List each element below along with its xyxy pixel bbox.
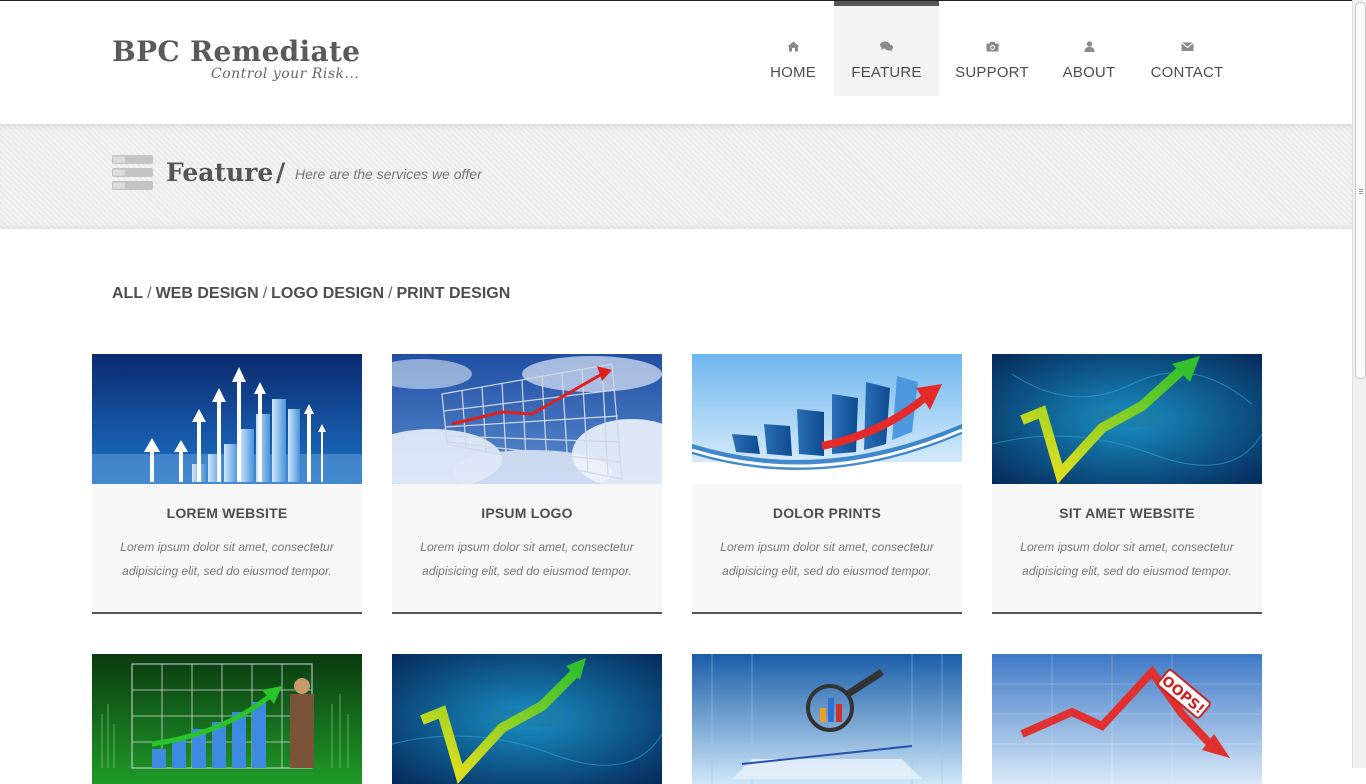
card-image-green-arrow <box>392 654 662 784</box>
nav-item-home[interactable]: HOME <box>752 1 834 96</box>
nav-label-contact: CONTACT <box>1150 64 1224 81</box>
portfolio-card[interactable]: IPSUM LOGO Lorem ipsum dolor sit amet, c… <box>392 354 662 614</box>
title-separator: / <box>276 158 286 187</box>
page-subtitle: Here are the services we offer <box>295 166 482 182</box>
nav-label-home: HOME <box>770 64 816 81</box>
portfolio-card[interactable]: LOREM WEBSITE Lorem ipsum dolor sit amet… <box>92 354 362 614</box>
portfolio-card[interactable]: DOLOR PRINTS Lorem ipsum dolor sit amet,… <box>692 354 962 614</box>
filter-web-design[interactable]: WEB DESIGN <box>156 285 259 302</box>
card-title: SIT AMET WEBSITE <box>1059 505 1195 521</box>
card-image-arrows-chart <box>92 354 362 484</box>
card-image-green-arrow <box>992 354 1262 484</box>
card-image-oops-arrow: OOPS! <box>992 654 1262 784</box>
camera-icon <box>986 41 998 52</box>
main-nav: HOME FEATURE SUPPORT ABOUT CONTACT <box>752 1 1241 96</box>
filter-print-design[interactable]: PRINT DESIGN <box>397 285 511 302</box>
nav-item-about[interactable]: ABOUT <box>1045 1 1133 96</box>
card-description: Lorem ipsum dolor sit amet, consectetur … <box>120 540 334 578</box>
nav-label-feature: FEATURE <box>851 64 922 81</box>
envelope-icon <box>1180 42 1194 51</box>
site-logo[interactable]: BPC Remediate Control your Risk... <box>112 35 361 83</box>
filter-separator: / <box>262 285 268 302</box>
filter-separator: / <box>147 285 152 302</box>
list-icon <box>112 155 153 190</box>
nav-item-feature[interactable]: FEATURE <box>834 1 939 96</box>
card-description: Lorem ipsum dolor sit amet, consectetur … <box>420 540 634 578</box>
portfolio-card[interactable] <box>392 654 662 784</box>
comments-icon <box>880 41 893 52</box>
page-title: Feature <box>166 158 274 187</box>
card-title: DOLOR PRINTS <box>772 505 882 521</box>
card-description: Lorem ipsum dolor sit amet, consectetur … <box>1020 540 1234 578</box>
nav-label-support: SUPPORT <box>955 64 1029 81</box>
nav-item-support[interactable]: SUPPORT <box>939 1 1045 96</box>
page-header-banner: Feature / Here are the services we offer <box>0 124 1352 229</box>
portfolio-card[interactable] <box>92 654 362 784</box>
card-image-magnifier-chart <box>692 654 962 784</box>
user-icon <box>1084 41 1094 52</box>
portfolio-filter: ALL / WEB DESIGN / LOGO DESIGN / PRINT DESIGN <box>112 285 510 303</box>
filter-all[interactable]: ALL <box>112 285 143 302</box>
portfolio-card[interactable]: SIT AMET WEBSITE Lorem ipsum dolor sit a… <box>992 354 1262 614</box>
filter-logo-design[interactable]: LOGO DESIGN <box>271 285 384 302</box>
filter-separator: / <box>388 285 393 302</box>
nav-item-contact[interactable]: CONTACT <box>1133 1 1241 96</box>
scrollbar-thumb[interactable] <box>1355 2 1366 379</box>
card-image-3d-bars <box>692 354 962 484</box>
card-title: LOREM WEBSITE <box>166 505 288 521</box>
card-title: IPSUM LOGO <box>481 505 573 521</box>
portfolio-card[interactable]: OOPS! <box>992 654 1262 784</box>
card-image-businessman-chart <box>92 654 362 784</box>
site-tagline: Control your Risk... <box>211 66 360 82</box>
page-scrollbar[interactable] <box>1352 0 1366 768</box>
nav-label-about: ABOUT <box>1062 64 1116 81</box>
site-title: BPC Remediate <box>112 35 361 68</box>
card-description: Lorem ipsum dolor sit amet, consectetur … <box>720 540 934 578</box>
home-icon <box>787 41 799 52</box>
portfolio-card[interactable] <box>692 654 962 784</box>
card-image-cloud-grid <box>392 354 662 484</box>
